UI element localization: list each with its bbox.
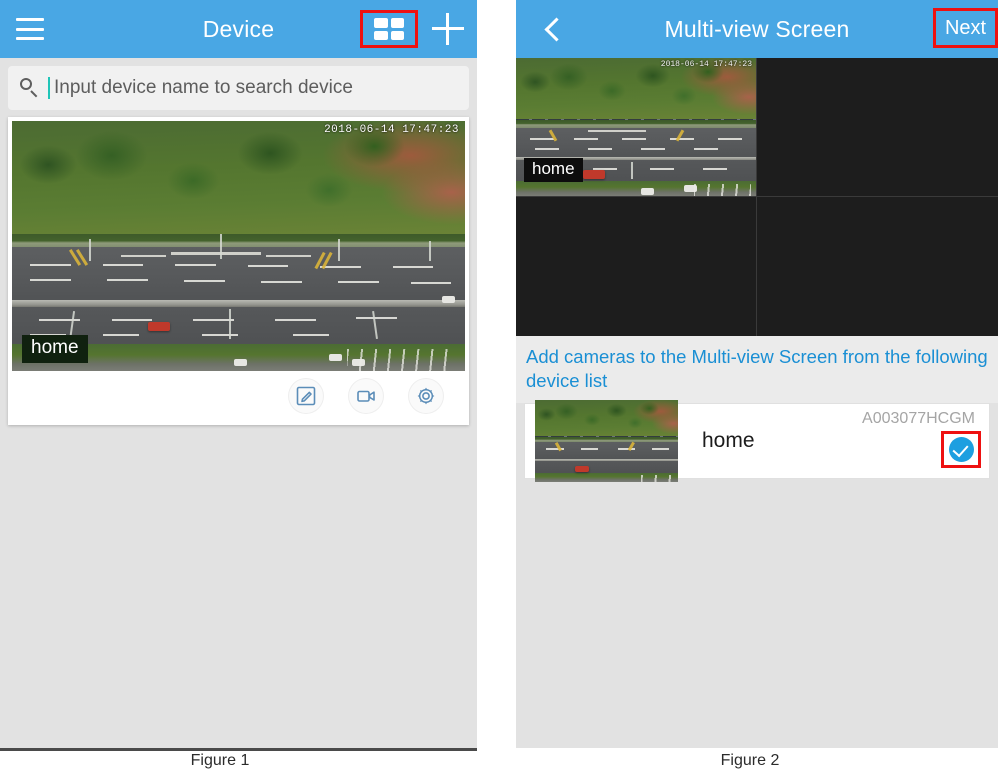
search-magnifier-icon [18,77,40,99]
cell-camera-name: home [524,158,583,182]
figure2-caption: Figure 2 [720,752,780,769]
plus-add-icon[interactable] [432,13,464,45]
figure1-caption: Figure 1 [190,752,250,769]
multiview-cell-4[interactable] [757,197,998,336]
device-select-checkbox[interactable] [941,431,981,469]
camera-scene-image [535,400,678,483]
device-card-toolbar [12,371,465,421]
multiview-cell-3[interactable] [516,197,757,336]
figure1-phone-panel: Device Input device name to search devic… [0,0,477,751]
video-camera-icon[interactable] [349,379,383,413]
camera-live-preview[interactable]: 2018-06-14 17:47:23 home [12,121,465,371]
device-card[interactable]: 2018-06-14 17:47:23 home [8,117,469,425]
cell-timestamp: 2018-06-14 17:47:23 [660,60,752,69]
device-name: home [702,429,755,453]
figure2-phone-panel: Multi-view Screen Next 2018-06-14 17:47:… [516,0,998,748]
multiview-grid: 2018-06-14 17:47:23 home [516,58,998,336]
multiview-instruction-text: Add cameras to the Multi-view Screen fro… [516,336,998,404]
device-serial-id: A003077HCGM [862,410,975,428]
gear-settings-icon[interactable] [409,379,443,413]
multiview-cell-1[interactable]: 2018-06-14 17:47:23 home [516,58,757,197]
search-placeholder: Input device name to search device [54,77,353,98]
device-appbar: Device [0,0,477,58]
text-caret [48,77,50,99]
page-title: Multi-view Screen [664,15,850,42]
multiview-cell-2[interactable] [757,58,998,197]
search-zone: Input device name to search device [0,58,477,117]
edit-pencil-icon[interactable] [289,379,323,413]
next-button-label: Next [944,16,987,39]
list-item[interactable]: home A003077HCGM [524,400,990,483]
camera-timestamp: 2018-06-14 17:47:23 [324,124,459,136]
check-circle-icon [948,437,974,463]
screenshot-root: Device Input device name to search devic… [0,0,998,780]
hamburger-menu-icon[interactable] [16,18,44,40]
camera-scene-image [12,121,465,371]
camera-name-label: home [22,335,88,363]
device-thumbnail [535,400,678,483]
back-chevron-icon[interactable] [542,16,564,42]
multi-view-grid-icon[interactable] [360,10,418,48]
next-button[interactable]: Next [933,8,998,48]
device-selection-list: home A003077HCGM [516,400,998,483]
search-input[interactable]: Input device name to search device [8,66,469,110]
multiview-appbar: Multi-view Screen Next [516,0,998,58]
